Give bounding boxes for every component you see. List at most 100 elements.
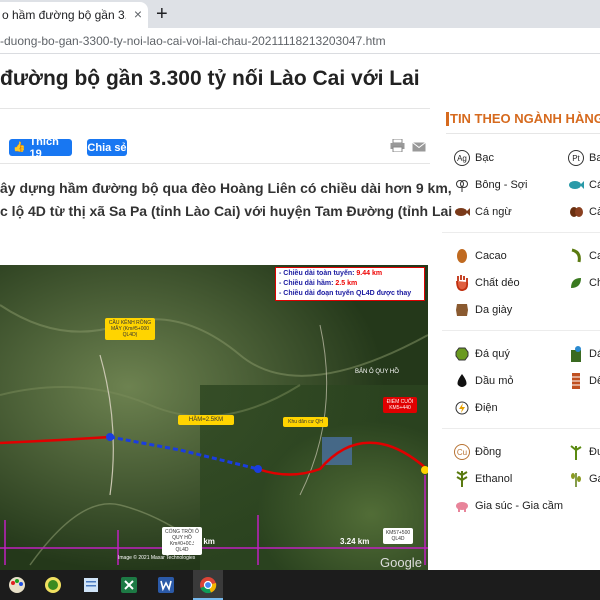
tab-title: o hầm đường bộ gần 3.300 t (2, 8, 126, 22)
sidebar-item-gia-suc[interactable]: Gia súc - Gia cầm (454, 498, 563, 514)
article-headline: đường bộ gần 3.300 tỷ nối Lào Cai với La… (0, 67, 420, 90)
sidebar-item-da-giay[interactable]: Da giày (454, 302, 512, 318)
sidebar-item-da-quy[interactable]: Đá quý (454, 346, 510, 362)
sidebar-item-label: Gia súc - Gia cầm (475, 500, 564, 512)
legend-label: - Chiều dài đoạn tuyến QL4D được thay (279, 290, 412, 297)
sidebar-item-bach-kim[interactable]: Pt Ba (568, 150, 600, 166)
divider (442, 232, 600, 233)
chrome-app-icon[interactable] (197, 574, 219, 596)
divider (0, 163, 430, 164)
ethanol-icon (454, 471, 470, 487)
cashew-icon (568, 248, 584, 264)
divider (442, 428, 600, 429)
callout-residential: Khu dân cư QH (283, 417, 328, 427)
map-place-label: BẢN Ô QUY HỒ (355, 369, 399, 375)
legend-label: - Chiều dài hầm: (279, 280, 336, 287)
excel-app-icon[interactable] (118, 574, 140, 596)
sidebar-item-label: Đư (589, 446, 600, 458)
article-lead: ây dựng hầm đường bộ qua đèo Hoàng Liên … (0, 177, 453, 223)
legend-value: 2.5 km (335, 280, 358, 287)
plastic-icon (454, 275, 470, 291)
divider (446, 133, 600, 134)
rice-icon (568, 471, 584, 487)
sidebar-item-ethanol[interactable]: Ethanol (454, 471, 512, 487)
sidebar-item-bong-soi[interactable]: Bông - Sợi (454, 177, 527, 193)
divider (442, 330, 600, 331)
sidebar-item-che[interactable]: Ch (568, 275, 600, 291)
sidebar-item-label: Gạ (589, 473, 600, 485)
tab-close-icon[interactable]: × (134, 6, 142, 22)
fertilizer-icon (568, 346, 584, 362)
scale-label: 3.24 km (340, 537, 370, 546)
lead-line: ây dựng hầm đường bộ qua đèo Hoàng Liên … (0, 180, 452, 196)
sidebar-item-ca[interactable]: Cá (568, 177, 600, 193)
callout-end-point: ĐIỂM CUỐI KM5+440 (383, 397, 417, 413)
callout-bridge: CẦU KÊNH RỒNG MÂY (Km#5+000 QL4D) (105, 318, 155, 340)
lead-line: c lộ 4D từ thị xã Sa Pa (tỉnh Lào Cai) v… (0, 203, 453, 219)
tuna-icon (454, 204, 470, 220)
callout-tunnel: HẦM=2.5KM (178, 415, 234, 425)
sidebar-item-chat-deo[interactable]: Chất dẻo (454, 275, 520, 291)
sidebar-item-label: Ca (589, 250, 600, 262)
title-accent-bar (446, 112, 449, 126)
sidebar-item-det-may[interactable]: Dê (568, 373, 600, 389)
thumbs-up-icon: 👍 (13, 142, 26, 153)
gem-icon (454, 346, 470, 362)
oil-drop-icon (454, 373, 470, 389)
sidebar-item-label: Ch (589, 277, 600, 289)
sidebar-item-dau-mo[interactable]: Dầu mỏ (454, 373, 514, 389)
address-bar[interactable]: -duong-bo-gan-3300-ty-noi-lao-cai-voi-la… (0, 28, 600, 54)
sidebar-item-label: Đồng (475, 446, 502, 458)
sidebar-item-dong[interactable]: Cu Đồng (454, 444, 501, 460)
notes-app-icon[interactable] (80, 574, 102, 596)
cacao-icon (454, 248, 470, 264)
legend-value: 9.44 km (356, 270, 383, 277)
scale-label: 2.5 km (190, 537, 215, 546)
leather-icon (454, 302, 470, 318)
platinum-icon: Pt (568, 150, 584, 166)
sidebar-item-ca-ngu[interactable]: Cá ngừ (454, 204, 512, 220)
sidebar-item-phan-bon[interactable]: Dá (568, 346, 600, 362)
cotton-icon (454, 177, 470, 193)
sidebar-item-dien[interactable]: Điện (454, 400, 498, 416)
callout-km57: KM57+500 QL4D (383, 528, 413, 544)
sidebar-item-duong[interactable]: Đư (568, 444, 600, 460)
browser-tab-bar: o hầm đường bộ gần 3.300 t × + (0, 0, 600, 28)
sidebar-item-ca-2[interactable]: Ca (568, 248, 600, 264)
sidebar-item-gao[interactable]: Gạ (568, 471, 600, 487)
sidebar-title: TIN THEO NGÀNH HÀNG (450, 111, 600, 126)
electricity-icon (454, 400, 470, 416)
sidebar-item-label: Ethanol (475, 473, 513, 485)
legend-label: - Chiều dài toàn tuyến: (279, 270, 357, 277)
sidebar-item-label: Da giày (475, 304, 513, 316)
sidebar-item-ca-phe[interactable]: Cà (568, 204, 600, 220)
sugarcane-icon (568, 444, 584, 460)
sidebar-commodities: TIN THEO NGÀNH HÀNG Ag Bạc Bông - Sợi Cá… (442, 55, 600, 570)
app-icon-green[interactable] (42, 574, 64, 596)
tea-leaf-icon (568, 275, 584, 291)
sidebar-item-label: Cá (589, 179, 600, 191)
windows-taskbar (0, 570, 600, 600)
sidebar-item-bac[interactable]: Ag Bạc (454, 150, 494, 166)
url-text[interactable]: -duong-bo-gan-3300-ty-noi-lao-cai-voi-la… (0, 34, 386, 48)
sidebar-item-label: Dê (589, 375, 600, 387)
sidebar-item-cacao[interactable]: Cacao (454, 248, 507, 264)
sidebar-item-label: Bạc (475, 152, 494, 164)
facebook-share-button[interactable]: Chia sẻ (87, 139, 127, 156)
map-legend: - Chiều dài toàn tuyến: 9.44 km - Chiều … (275, 267, 425, 301)
new-tab-button[interactable]: + (156, 3, 168, 25)
facebook-like-button[interactable]: 👍 Thích 19 (9, 136, 72, 160)
browser-tab[interactable]: o hầm đường bộ gần 3.300 t × (0, 2, 148, 28)
map-copyright: Image © 2021 Maxar Technologies (118, 555, 196, 561)
mail-icon[interactable] (412, 142, 426, 152)
paint-app-icon[interactable] (6, 574, 28, 596)
copper-icon: Cu (454, 444, 470, 460)
sidebar-item-label: Cacao (475, 250, 507, 262)
print-icon[interactable] (390, 139, 405, 152)
sidebar-item-label: Dầu mỏ (475, 375, 514, 387)
sidebar-item-label: Điện (475, 402, 498, 414)
word-app-icon[interactable] (155, 574, 177, 596)
fish-icon (568, 177, 584, 193)
like-label: Thích 19 (29, 135, 59, 160)
sidebar-item-label: Dá (589, 348, 600, 360)
